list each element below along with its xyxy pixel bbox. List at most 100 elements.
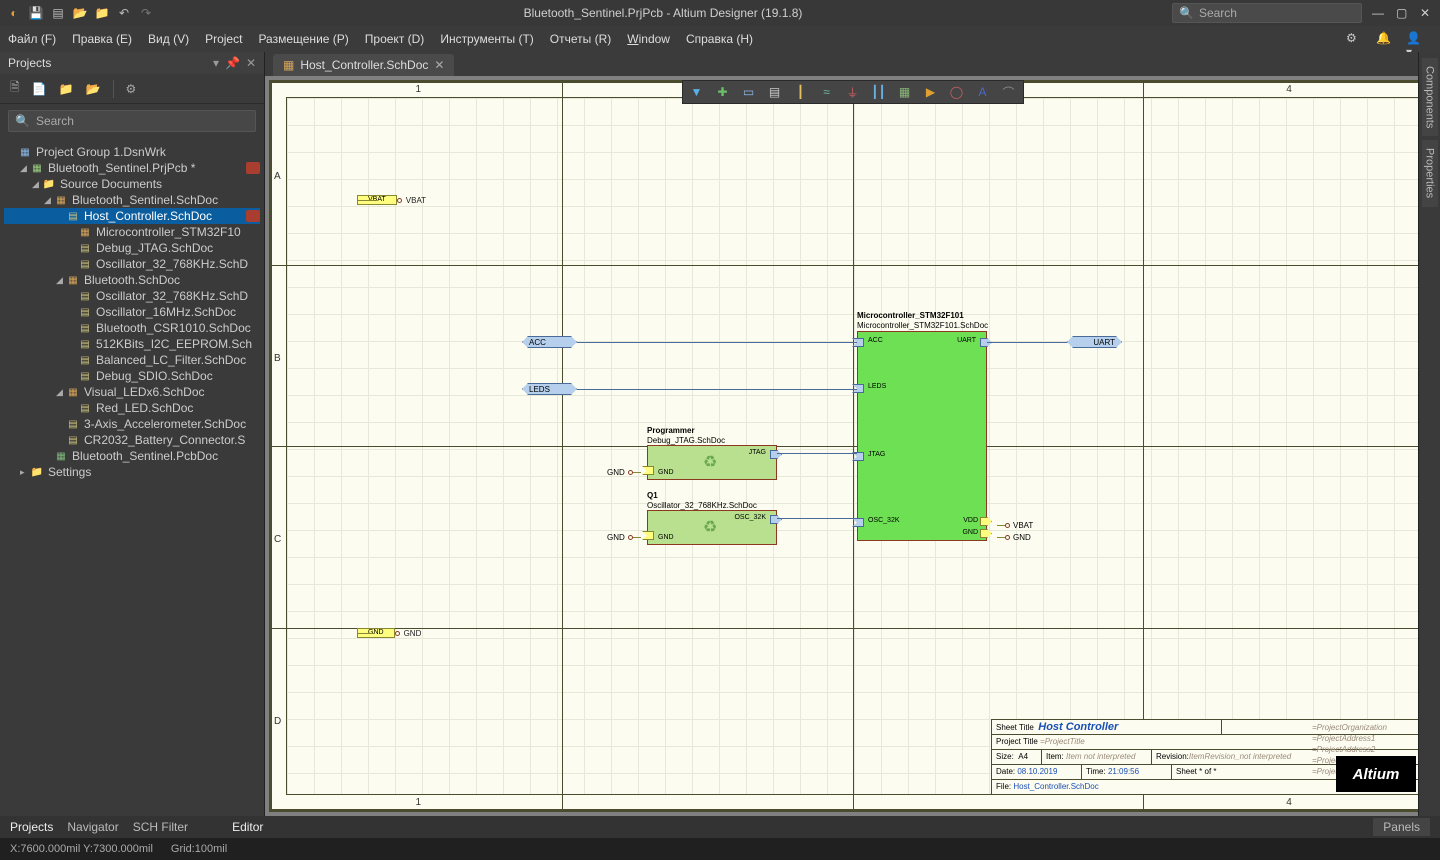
bottom-tab-strip: Projects Navigator SCH Filter Editor Pan… — [0, 816, 1440, 838]
bottom-tab-schfilter[interactable]: SCH Filter — [133, 820, 188, 834]
recycle-icon: ♻ — [703, 517, 717, 537]
tree-item[interactable]: ▦Project Group 1.DsnWrk — [4, 144, 260, 160]
search-icon: 🔍 — [15, 114, 30, 128]
part-icon[interactable]: ▦ — [895, 82, 915, 102]
recycle-icon: ♻ — [703, 452, 717, 472]
tree-item[interactable]: ◢▦Bluetooth.SchDoc — [4, 272, 260, 288]
tree-item[interactable]: ◢▦Bluetooth_Sentinel.SchDoc — [4, 192, 260, 208]
dir-icon[interactable]: ▶ — [921, 82, 941, 102]
tree-item[interactable]: ◢▦Visual_LEDx6.SchDoc — [4, 384, 260, 400]
menu-edit[interactable]: Правка (E) — [72, 32, 132, 46]
panel-refresh-icon[interactable]: 🗎 — [10, 78, 20, 99]
tree-item[interactable]: ▤Oscillator_32_768KHz.SchD — [4, 256, 260, 272]
panel-header[interactable]: Projects ▾ 📌 ✕ — [0, 52, 264, 74]
tab-label: Host_Controller.SchDoc — [300, 58, 428, 72]
menu-file[interactable]: Файл (F) — [8, 32, 56, 46]
busport-leds[interactable]: LEDS — [522, 383, 577, 395]
panel-folder2-icon[interactable]: 📂 — [86, 82, 101, 96]
panel-search-input[interactable]: 🔍 Search — [8, 110, 256, 132]
tree-item[interactable]: ▤Debug_JTAG.SchDoc — [4, 240, 260, 256]
circle-icon[interactable]: ◯ — [947, 82, 967, 102]
bar1-icon[interactable]: ┃ — [791, 82, 811, 102]
tab-host-controller[interactable]: ▦ Host_Controller.SchDoc ✕ — [273, 54, 454, 76]
menubar: Файл (F) Правка (E) Вид (V) Project Разм… — [0, 26, 1440, 52]
tree-item[interactable]: ▤Red_LED.SchDoc — [4, 400, 260, 416]
undo-icon[interactable]: ↶ — [116, 5, 132, 21]
panel-close-icon[interactable]: ✕ — [246, 56, 256, 70]
tree-item[interactable]: ◢📁Source Documents — [4, 176, 260, 192]
bottom-tab-projects[interactable]: Projects — [10, 820, 53, 834]
subsheet-programmer[interactable]: JTAG GND ♻ — [647, 445, 777, 480]
titlebar: ◐ 💾 ▤ 📂 📁 ↶ ↷ Bluetooth_Sentinel.PrjPcb … — [0, 0, 1440, 26]
tree-item[interactable]: ◢▦Bluetooth_Sentinel.PrjPcb * — [4, 160, 260, 176]
mcu-title: Microcontroller_STM32F101 — [857, 311, 964, 320]
right-tab-properties[interactable]: Properties — [1422, 140, 1438, 206]
panel-new-icon[interactable]: 📄 — [32, 82, 47, 96]
panel-folder-icon[interactable]: 📁 — [59, 82, 74, 96]
status-coordinates: X:7600.000mil Y:7300.000mil — [10, 843, 153, 855]
menu-view[interactable]: Вид (V) — [148, 32, 189, 46]
tree-item[interactable]: ▤Bluetooth_CSR1010.SchDoc — [4, 320, 260, 336]
altium-logo: Altium — [1336, 756, 1416, 792]
bottom-tab-navigator[interactable]: Navigator — [67, 820, 118, 834]
subsheet-mcu[interactable]: ACC UART LEDS JTAG OSC_32K VDD GND — [857, 331, 987, 541]
tree-item[interactable]: ▦Microcontroller_STM32F10 — [4, 224, 260, 240]
power-port-gnd[interactable]: GND GND — [357, 628, 421, 638]
open-folder2-icon[interactable]: 📁 — [94, 5, 110, 21]
arc-icon[interactable]: ⌒ — [999, 82, 1019, 102]
bell-icon[interactable]: 🔔 — [1376, 31, 1392, 47]
close-icon[interactable]: ✕ — [1420, 6, 1434, 20]
tree-item[interactable]: ▤Oscillator_16MHz.SchDoc — [4, 304, 260, 320]
panel-menu-icon[interactable]: ▾ — [213, 56, 219, 70]
zone-side-a: A — [274, 170, 281, 184]
align-icon[interactable]: ▤ — [765, 82, 785, 102]
busport-uart[interactable]: UART — [1067, 336, 1122, 348]
redo-icon[interactable]: ↷ — [138, 5, 154, 21]
bar2-icon[interactable]: ┃┃ — [869, 82, 889, 102]
project-tree[interactable]: ▦Project Group 1.DsnWrk◢▦Bluetooth_Senti… — [0, 138, 264, 816]
tree-item[interactable]: ▦Bluetooth_Sentinel.PcbDoc — [4, 448, 260, 464]
tree-item[interactable]: ▤Balanced_LC_Filter.SchDoc — [4, 352, 260, 368]
user-icon[interactable]: 👤▾ — [1406, 31, 1422, 47]
schematic-sheet[interactable]: 1 4 1 4 A B C D A B C D VBAT VBAT — [269, 80, 1436, 812]
power-port-vbat[interactable]: VBAT VBAT — [357, 195, 426, 205]
filter-icon[interactable]: ▼ — [687, 82, 707, 102]
tree-item[interactable]: ▤Oscillator_32_768KHz.SchD — [4, 288, 260, 304]
tab-close-icon[interactable]: ✕ — [434, 58, 444, 72]
panel-toolbar: 🗎 📄 📁 📂 ⚙ — [0, 74, 264, 104]
gnd-icon[interactable]: ⏚ — [843, 82, 863, 102]
busport-acc[interactable]: ACC — [522, 336, 577, 348]
panel-settings-icon[interactable]: ⚙ — [126, 82, 137, 96]
tree-item[interactable]: ▤CR2032_Battery_Connector.S — [4, 432, 260, 448]
menu-help[interactable]: Справка (H) — [686, 32, 753, 46]
maximize-icon[interactable]: ▢ — [1396, 6, 1410, 20]
cross-icon[interactable]: ✚ — [713, 82, 733, 102]
subsheet-oscillator[interactable]: OSC_32K GND ♻ — [647, 510, 777, 545]
panel-pin-icon[interactable]: 📌 — [225, 56, 240, 70]
menu-reports[interactable]: Отчеты (R) — [550, 32, 611, 46]
menu-tools[interactable]: Инструменты (T) — [440, 32, 533, 46]
tree-item[interactable]: ▤Host_Controller.SchDoc — [4, 208, 260, 224]
tree-item[interactable]: ▸📁Settings — [4, 464, 260, 480]
editor-label[interactable]: Editor — [232, 820, 263, 834]
net-icon[interactable]: ≈ — [817, 82, 837, 102]
global-search-input[interactable]: 🔍 Search — [1172, 3, 1362, 23]
menu-project[interactable]: Project — [205, 32, 242, 46]
tree-item[interactable]: ▤Debug_SDIO.SchDoc — [4, 368, 260, 384]
save-all-icon[interactable]: ▤ — [50, 5, 66, 21]
text-icon[interactable]: A — [973, 82, 993, 102]
tree-item[interactable]: ▤512KBits_I2C_EEPROM.Sch — [4, 336, 260, 352]
menu-design[interactable]: Проект (D) — [365, 32, 425, 46]
panels-button[interactable]: Panels — [1373, 818, 1430, 836]
save-icon[interactable]: 💾 — [28, 5, 44, 21]
right-rail: Components Properties — [1418, 52, 1440, 816]
schematic-canvas[interactable]: ▼ ✚ ▭ ▤ ┃ ≈ ⏚ ┃┃ ▦ ▶ ◯ A ⌒ — [265, 76, 1440, 816]
minimize-icon[interactable]: — — [1372, 6, 1386, 20]
select-icon[interactable]: ▭ — [739, 82, 759, 102]
menu-place[interactable]: Размещение (P) — [258, 32, 348, 46]
menu-window[interactable]: Window — [627, 32, 670, 46]
gear-icon[interactable]: ⚙ — [1346, 31, 1362, 47]
right-tab-components[interactable]: Components — [1422, 58, 1438, 136]
open-folder-icon[interactable]: 📂 — [72, 5, 88, 21]
tree-item[interactable]: ▤3-Axis_Accelerometer.SchDoc — [4, 416, 260, 432]
